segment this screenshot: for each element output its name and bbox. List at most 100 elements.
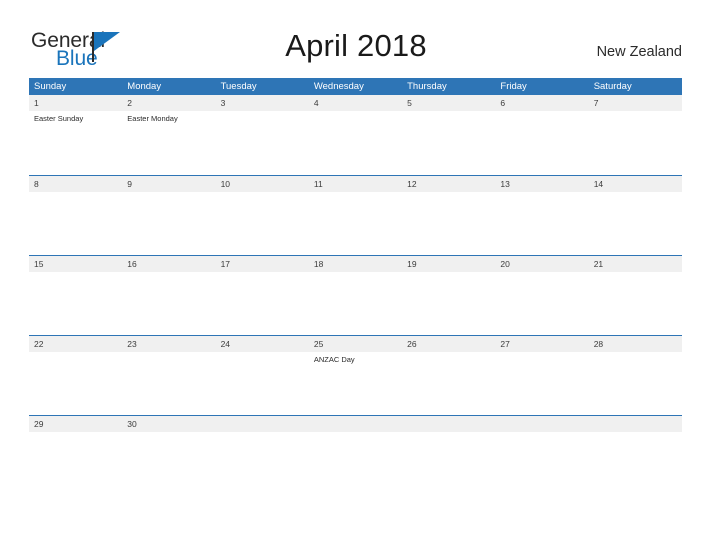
day-number[interactable]: 8 <box>29 176 122 192</box>
weekday-header-row: Sunday Monday Tuesday Wednesday Thursday… <box>29 78 682 95</box>
calendar-week-row: 15 16 17 18 19 20 21 <box>29 255 682 335</box>
day-events <box>29 432 122 448</box>
day-events <box>29 352 122 415</box>
day-number[interactable]: 7 <box>589 95 682 111</box>
day-events <box>216 111 309 174</box>
day-events <box>309 272 402 335</box>
day-events <box>495 192 588 255</box>
weekday-header-sunday: Sunday <box>34 81 67 92</box>
day-events: ANZAC Day <box>309 352 402 415</box>
weekday-header-saturday: Saturday <box>593 81 632 92</box>
day-events <box>495 352 588 415</box>
weekday-header-tuesday: Tuesday <box>220 81 257 92</box>
day-events <box>122 432 215 448</box>
day-number[interactable]: 25 <box>309 336 402 352</box>
day-events <box>216 432 309 448</box>
week-event-band: ANZAC Day <box>29 352 682 415</box>
day-number[interactable]: 5 <box>402 95 495 111</box>
day-number[interactable]: 30 <box>122 416 215 432</box>
day-events <box>589 352 682 415</box>
calendar-week-row: 8 9 10 11 12 13 14 <box>29 175 682 255</box>
weekday-header-friday: Friday <box>500 81 527 92</box>
day-events <box>495 432 588 448</box>
week-date-band: 8 9 10 11 12 13 14 <box>29 176 682 192</box>
day-events <box>402 352 495 415</box>
weekday-header-monday: Monday <box>127 81 162 92</box>
week-date-band: 29 30 <box>29 416 682 432</box>
day-number[interactable]: 10 <box>216 176 309 192</box>
holiday-event-label: Easter Monday <box>127 114 178 123</box>
day-number[interactable]: 1 <box>29 95 122 111</box>
week-event-band <box>29 272 682 335</box>
weekday-header-wednesday: Wednesday <box>313 81 364 92</box>
day-events <box>589 272 682 335</box>
day-events: Easter Monday <box>122 111 215 174</box>
day-number <box>402 416 495 432</box>
day-events <box>402 432 495 448</box>
day-number[interactable]: 13 <box>495 176 588 192</box>
day-number[interactable]: 19 <box>402 256 495 272</box>
week-date-band: 15 16 17 18 19 20 21 <box>29 256 682 272</box>
day-events <box>402 192 495 255</box>
calendar-week-row: 29 30 <box>29 415 682 448</box>
day-events <box>122 352 215 415</box>
day-number <box>216 416 309 432</box>
day-number[interactable]: 29 <box>29 416 122 432</box>
day-events <box>29 192 122 255</box>
day-number[interactable]: 2 <box>122 95 215 111</box>
week-event-band: Easter Sunday Easter Monday <box>29 111 682 174</box>
day-events <box>589 432 682 448</box>
day-number <box>309 416 402 432</box>
day-number[interactable]: 6 <box>495 95 588 111</box>
day-events: Easter Sunday <box>29 111 122 174</box>
day-number[interactable]: 21 <box>589 256 682 272</box>
holiday-event-label: Easter Sunday <box>34 114 84 123</box>
day-number[interactable]: 28 <box>589 336 682 352</box>
day-number[interactable]: 22 <box>29 336 122 352</box>
day-events <box>402 272 495 335</box>
day-events <box>216 192 309 255</box>
day-events <box>216 352 309 415</box>
calendar-location: New Zealand <box>596 44 682 60</box>
day-events <box>216 272 309 335</box>
day-number[interactable]: 17 <box>216 256 309 272</box>
day-number[interactable]: 9 <box>122 176 215 192</box>
day-events <box>402 111 495 174</box>
day-number[interactable]: 14 <box>589 176 682 192</box>
day-number[interactable]: 24 <box>216 336 309 352</box>
day-events <box>589 111 682 174</box>
day-events <box>309 192 402 255</box>
calendar-week-row: 22 23 24 25 26 27 28 ANZAC Day <box>29 335 682 415</box>
day-number[interactable]: 26 <box>402 336 495 352</box>
day-events <box>589 192 682 255</box>
day-number[interactable]: 16 <box>122 256 215 272</box>
week-event-band <box>29 432 682 448</box>
day-number[interactable]: 23 <box>122 336 215 352</box>
day-events <box>29 272 122 335</box>
day-number[interactable]: 11 <box>309 176 402 192</box>
calendar-grid: Sunday Monday Tuesday Wednesday Thursday… <box>29 78 682 448</box>
day-number[interactable]: 20 <box>495 256 588 272</box>
day-number[interactable]: 18 <box>309 256 402 272</box>
day-events <box>309 111 402 174</box>
day-number <box>495 416 588 432</box>
day-events <box>495 272 588 335</box>
weekday-header-thursday: Thursday <box>407 81 447 92</box>
page-header: General Blue April 2018 New Zealand <box>0 0 712 78</box>
day-number[interactable]: 15 <box>29 256 122 272</box>
holiday-event-label: ANZAC Day <box>313 355 355 364</box>
calendar-weeks: 1 2 3 4 5 6 7 Easter Sunday Easter Monday 8 9 10 11 1… <box>29 95 682 448</box>
calendar-week-row: 1 2 3 4 5 6 7 Easter Sunday Easter Monday <box>29 95 682 175</box>
week-event-band <box>29 192 682 255</box>
day-number[interactable]: 12 <box>402 176 495 192</box>
week-date-band: 1234567 <box>29 95 682 111</box>
day-number[interactable]: 4 <box>309 95 402 111</box>
day-events <box>309 432 402 448</box>
day-number[interactable]: 3 <box>216 95 309 111</box>
day-events <box>122 192 215 255</box>
day-events <box>495 111 588 174</box>
day-events <box>122 272 215 335</box>
week-date-band: 22 23 24 25 26 27 28 <box>29 336 682 352</box>
day-number[interactable]: 27 <box>495 336 588 352</box>
day-number <box>589 416 682 432</box>
